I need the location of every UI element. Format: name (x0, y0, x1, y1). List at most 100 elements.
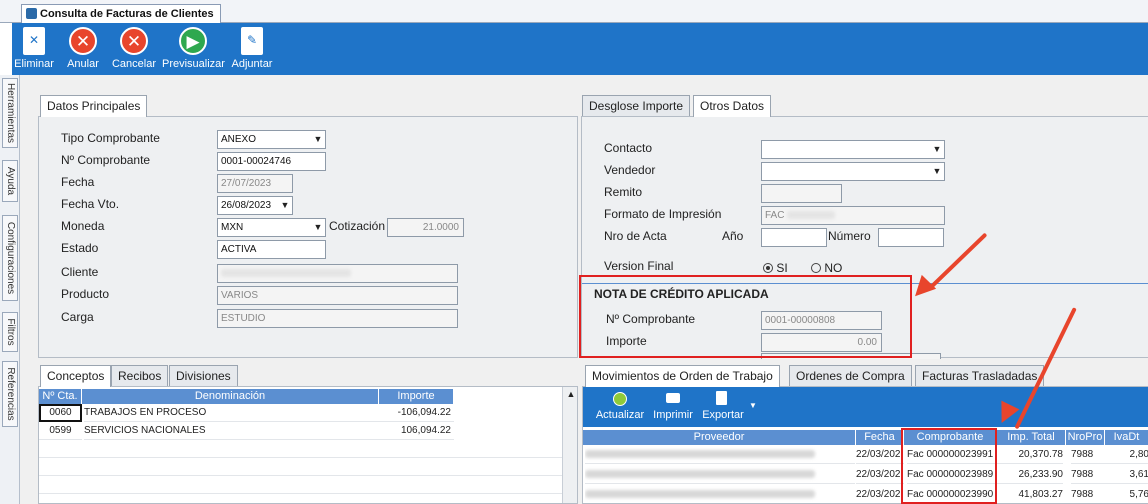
radio-unselected-icon (811, 263, 821, 273)
redacted-text (585, 470, 815, 479)
remito-label: Remito (604, 185, 643, 199)
tab-ordenes-compra[interactable]: Ordenes de Compra (789, 365, 912, 386)
col-denominacion[interactable]: Denominación (82, 389, 379, 404)
table-cell[interactable]: 0060 (39, 404, 82, 422)
chevron-down-icon: ▼ (932, 166, 942, 176)
table-cell[interactable]: 3,61 (1105, 466, 1148, 484)
redacted-text (585, 450, 815, 459)
anular-button[interactable]: ✕ Anular (62, 23, 104, 75)
cotizacion-label: Cotización (329, 219, 386, 233)
anio-label: Año (722, 229, 744, 243)
redacted-text (787, 211, 836, 220)
table-cell[interactable]: 22/03/202 (856, 446, 904, 464)
tab-label: Ordenes de Compra (796, 369, 905, 383)
col-fecha[interactable]: Fecha (856, 430, 904, 445)
tab-divisiones[interactable]: Divisiones (169, 365, 238, 386)
formato-impresion-value: FAC (765, 210, 785, 221)
delete-doc-icon: ✕ (23, 27, 45, 55)
table-cell[interactable]: 26,233.90 (997, 466, 1063, 484)
eliminar-button[interactable]: ✕ Eliminar (12, 23, 56, 75)
window-tabstrip: Consulta de Facturas de Clientes (0, 0, 1148, 23)
fecha-vto-label: Fecha Vto. (61, 197, 120, 211)
table-cell[interactable]: Fac 000000023991 (907, 446, 997, 464)
nro-comprobante-field[interactable]: 0001-00024746 (217, 152, 326, 171)
table-cell[interactable]: Fac 000000023989 (907, 466, 997, 484)
table-cell[interactable]: -106,094.22 (379, 404, 454, 422)
table-cell[interactable] (585, 466, 855, 484)
table-row-empty (39, 476, 562, 494)
table-cell[interactable]: SERVICIOS NACIONALES (84, 422, 379, 440)
table-cell[interactable]: 7988 (1071, 466, 1105, 484)
tab-label: Otros Datos (700, 99, 765, 113)
radio-no[interactable]: NO (811, 261, 842, 275)
fecha-label: Fecha (61, 175, 95, 189)
contacto-select[interactable]: ▼ (761, 140, 945, 159)
table-cell[interactable]: 2,80 (1105, 446, 1148, 464)
table-cell[interactable] (585, 486, 855, 503)
fecha-vto-datepicker[interactable]: 26/08/2023 ▼ (217, 196, 293, 215)
moneda-select[interactable]: MXN ▼ (217, 218, 326, 237)
fecha-field: 27/07/2023 (217, 174, 293, 193)
chevron-down-icon: ▼ (280, 200, 290, 210)
anio-field[interactable] (761, 228, 827, 247)
tab-datos-principales[interactable]: Datos Principales (40, 95, 148, 117)
table-cell[interactable] (585, 446, 855, 464)
app-icon (26, 8, 37, 19)
radio-selected-icon (763, 263, 773, 273)
tab-label: Divisiones (176, 369, 231, 383)
table-cell[interactable]: 22/03/202 (856, 466, 904, 484)
previsualizar-label: Previsualizar (162, 58, 225, 70)
tab-consulta-facturas[interactable]: Consulta de Facturas de Clientes (21, 4, 221, 23)
chevron-down-icon[interactable]: ▼ (749, 401, 757, 410)
nota-credito-title: NOTA DE CRÉDITO APLICADA (594, 287, 769, 301)
col-nro-cta[interactable]: Nº Cta. (39, 389, 82, 404)
tab-movimientos-ot[interactable]: Movimientos de Orden de Trabajo (585, 365, 780, 387)
previsualizar-button[interactable]: ▶ Previsualizar (162, 23, 225, 75)
tab-desglose-importe[interactable]: Desglose Importe (582, 95, 691, 116)
actualizar-label: Actualizar (595, 409, 645, 421)
sidebar-tab-label: Configuraciones (5, 221, 16, 295)
table-cell[interactable]: Fac 000000023990 (907, 486, 997, 503)
table-cell[interactable]: TRABAJOS EN PROCESO (84, 404, 379, 422)
sidebar-tab-filtros[interactable]: Filtros (2, 312, 18, 352)
table-cell[interactable]: 7988 (1071, 446, 1105, 464)
formato-impresion-field: FAC (761, 206, 945, 225)
col-comprobante[interactable]: Comprobante (904, 430, 997, 445)
table-cell[interactable]: 0599 (39, 422, 82, 440)
numero-label: Número (828, 229, 871, 243)
col-importe[interactable]: Importe (379, 389, 454, 404)
tab-facturas-trasladadas[interactable]: Facturas Trasladadas (915, 365, 1045, 386)
fecha-vto-value: 26/08/2023 (221, 200, 272, 211)
table-cell[interactable]: 7988 (1071, 486, 1105, 503)
movimientos-panel: Actualizar Imprimir Exportar ▼ Proveedor… (582, 386, 1148, 504)
sidebar-tab-configuraciones[interactable]: Configuraciones (2, 215, 18, 301)
sidebar-tab-herramientas[interactable]: Herramientas (2, 78, 18, 148)
cotizacion-field: 21.0000 (387, 218, 464, 237)
scrollbar[interactable]: ▲ (562, 387, 577, 503)
col-nropro[interactable]: NroPro (1066, 430, 1105, 445)
tab-conceptos[interactable]: Conceptos (40, 365, 112, 387)
tipo-comprobante-select[interactable]: ANEXO ▼ (217, 130, 326, 149)
main-toolbar: ✕ Eliminar ✕ Anular ✕ Cancelar ▶ Previsu… (12, 23, 1148, 75)
table-cell[interactable]: 5,76 (1105, 486, 1148, 503)
col-imp-total[interactable]: Imp. Total (997, 430, 1066, 445)
radio-si[interactable]: SI (763, 261, 788, 275)
cancel-x-icon: ✕ (120, 27, 148, 55)
table-cell[interactable]: 20,370.78 (997, 446, 1063, 464)
table-cell[interactable]: 106,094.22 (379, 422, 454, 440)
adjuntar-button[interactable]: ✎ Adjuntar (230, 23, 274, 75)
vendedor-select[interactable]: ▼ (761, 162, 945, 181)
table-cell[interactable]: 22/03/202 (856, 486, 904, 503)
table-cell[interactable]: 41,803.27 (997, 486, 1064, 503)
sidebar-tab-referencias[interactable]: Referencias (2, 361, 18, 427)
col-proveedor[interactable]: Proveedor (583, 430, 856, 445)
remito-field (761, 184, 842, 203)
col-ivadt[interactable]: IvaDt (1105, 430, 1148, 445)
sidebar-tab-ayuda[interactable]: Ayuda (2, 160, 18, 202)
tab-otros-datos[interactable]: Otros Datos (693, 95, 772, 117)
scroll-up-icon[interactable]: ▲ (563, 387, 577, 401)
tab-recibos[interactable]: Recibos (111, 365, 169, 386)
numero-field[interactable] (878, 228, 944, 247)
cancelar-button[interactable]: ✕ Cancelar (110, 23, 158, 75)
estado-label: Estado (61, 241, 99, 255)
